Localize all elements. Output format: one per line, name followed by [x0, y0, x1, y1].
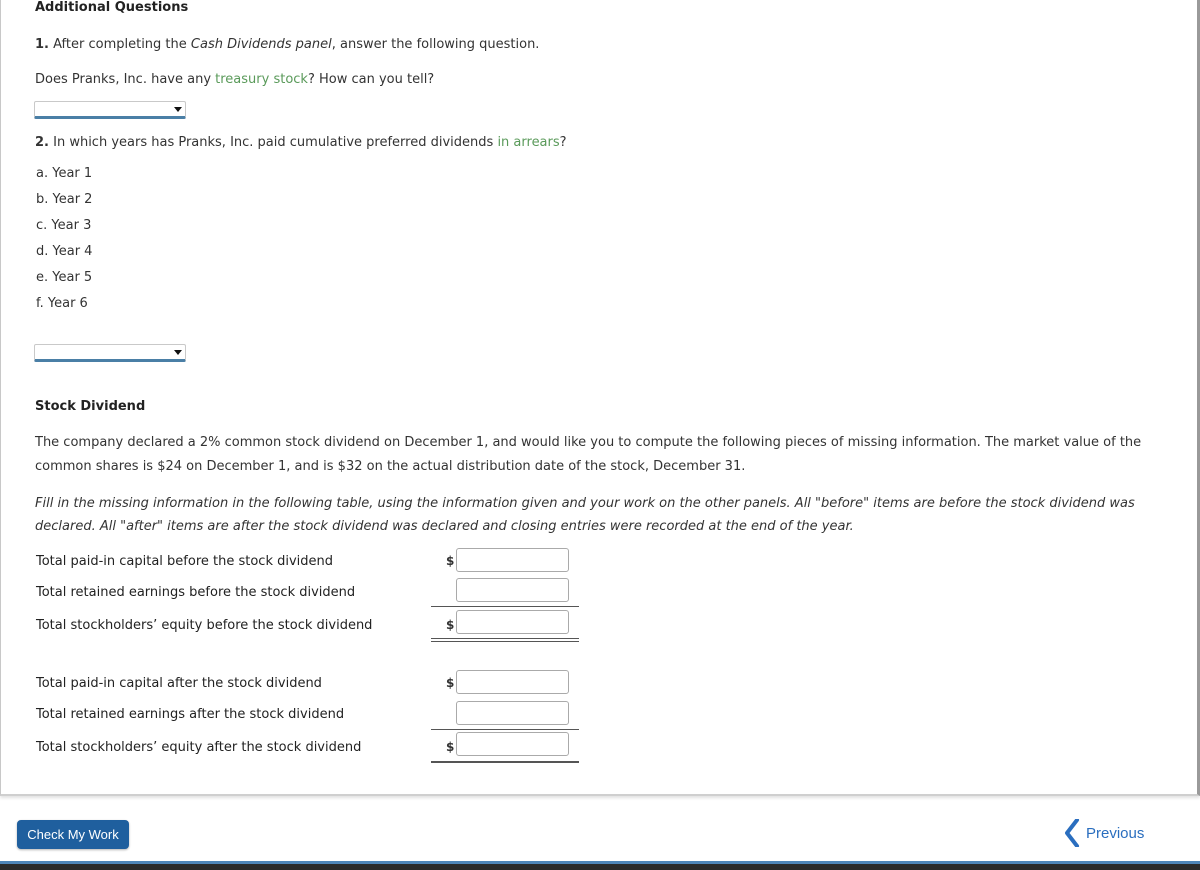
stockholders-equity-after-input[interactable]: [456, 732, 569, 756]
question-1-prompt: Does Pranks, Inc. have any treasury stoc…: [35, 72, 434, 87]
paid-in-capital-after-label: Total paid-in capital after the stock di…: [36, 676, 322, 691]
arrears-years-answer-select[interactable]: [34, 344, 186, 362]
check-my-work-button[interactable]: Check My Work: [17, 820, 129, 849]
paid-in-capital-before-label: Total paid-in capital before the stock d…: [36, 554, 334, 569]
question-2-text-post: ?: [559, 135, 567, 150]
total-rule: [431, 761, 579, 763]
paid-in-capital-before-input[interactable]: [456, 548, 569, 572]
total-double-rule: [431, 638, 579, 642]
subtotal-rule: [431, 606, 579, 607]
dropdown-caret-icon: [174, 107, 182, 112]
description-line-1: The company declared a 2% common stock d…: [35, 435, 1142, 450]
stockholders-equity-before-label: Total stockholders’ equity before the st…: [36, 618, 373, 633]
chevron-left-icon: [1065, 819, 1079, 847]
year-option: f. Year 6: [36, 296, 88, 311]
treasury-stock-answer-select[interactable]: [34, 101, 186, 119]
treasury-stock-link[interactable]: treasury stock: [215, 72, 308, 87]
instructions-line-1: Fill in the missing information in the f…: [35, 496, 1135, 511]
retained-earnings-before-label: Total retained earnings before the stock…: [36, 585, 356, 600]
stockholders-equity-before-input[interactable]: [456, 610, 569, 634]
section-title: Additional Questions: [35, 0, 189, 15]
currency-symbol: $: [446, 676, 455, 690]
currency-symbol: $: [446, 740, 455, 754]
subtotal-rule: [431, 729, 579, 730]
stock-dividend-description: The company declared a 2% common stock d…: [35, 431, 1195, 479]
stock-dividend-title: Stock Dividend: [35, 399, 146, 414]
year-option: b. Year 2: [36, 192, 93, 207]
paid-in-capital-after-input[interactable]: [456, 670, 569, 694]
cash-dividends-panel-ref: Cash Dividends panel: [190, 37, 332, 52]
question-2-text-pre: In which years has Pranks, Inc. paid cum…: [48, 135, 498, 150]
question-1-text-post: , answer the following question.: [331, 37, 540, 52]
stock-dividend-instructions: Fill in the missing information in the f…: [35, 492, 1195, 538]
previous-link[interactable]: Previous: [1064, 818, 1144, 848]
previous-label: Previous: [1086, 824, 1145, 842]
year-option: d. Year 4: [36, 244, 93, 259]
question-1-text: 1. After completing the Cash Dividends p…: [35, 37, 539, 52]
description-line-2: common shares is $24 on December 1, and …: [35, 459, 746, 474]
currency-symbol: $: [446, 618, 455, 632]
year-option: c. Year 3: [36, 218, 92, 233]
question-1-prompt-post: ? How can you tell?: [307, 72, 435, 87]
retained-earnings-after-label: Total retained earnings after the stock …: [36, 707, 345, 722]
year-option: e. Year 5: [36, 270, 93, 285]
question-1-prompt-pre: Does Pranks, Inc. have any: [35, 72, 216, 87]
question-1-text-pre: After completing the: [48, 37, 191, 52]
in-arrears-link[interactable]: in arrears: [497, 135, 559, 150]
question-2-number: 2.: [35, 135, 49, 150]
stockholders-equity-after-label: Total stockholders’ equity after the sto…: [36, 740, 362, 755]
bottom-bar: [0, 861, 1200, 870]
currency-symbol: $: [446, 554, 455, 568]
question-2-text: 2. In which years has Pranks, Inc. paid …: [35, 135, 567, 150]
retained-earnings-after-input[interactable]: [456, 701, 569, 725]
retained-earnings-before-input[interactable]: [456, 578, 569, 602]
year-option: a. Year 1: [36, 166, 93, 181]
instructions-line-2: declared. All "after" items are after th…: [35, 519, 854, 534]
question-1-number: 1.: [35, 37, 49, 52]
question-panel: Additional Questions 1. After completing…: [0, 0, 1200, 796]
dropdown-caret-icon: [174, 350, 182, 355]
